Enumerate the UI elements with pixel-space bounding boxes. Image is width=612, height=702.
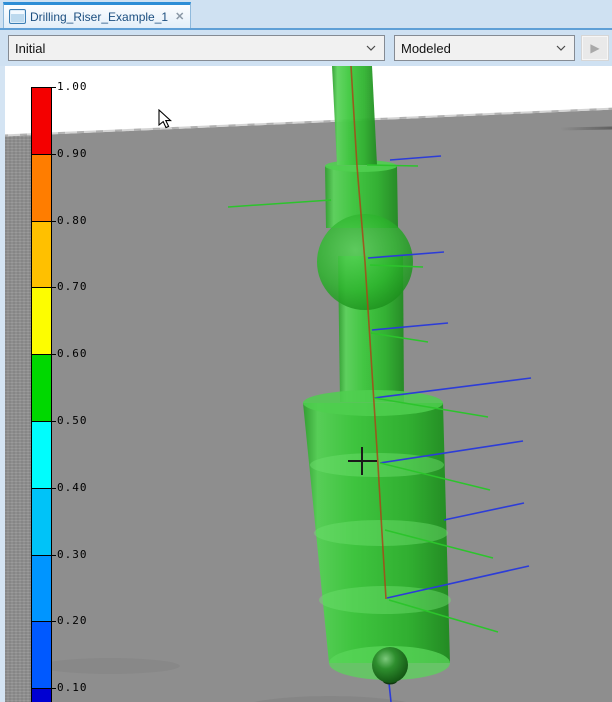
colorbar-segment [32,689,51,702]
colorbar-segment [32,288,51,355]
colorbar-segment [32,355,51,422]
mouse-cursor [158,109,172,130]
toolbar: Initial Modeled ▶ [0,30,612,66]
model-document-icon [9,9,26,24]
tab-bar: Drilling_Riser_Example_1 ✕ [0,0,612,30]
colorbar-segment [32,622,51,689]
state-dropdown[interactable]: Initial [8,35,385,61]
tab-label: Drilling_Riser_Example_1 [30,10,168,24]
view-mode-dropdown[interactable]: Modeled [394,35,575,61]
chevron-down-icon [556,45,566,51]
colorbar-segment [32,556,51,623]
colorbar-segment [32,88,51,155]
colorbar[interactable] [31,87,52,702]
application-window: Drilling_Riser_Example_1 ✕ Initial Model… [0,0,612,702]
close-icon[interactable]: ✕ [175,10,184,23]
buoyancy-can-cylinder [303,390,451,680]
colorbar-segment [32,489,51,556]
view-mode-dropdown-value: Modeled [401,41,451,56]
riser-model[interactable] [0,66,612,702]
colorbar-segment [32,155,51,222]
play-icon: ▶ [590,41,599,55]
play-simulation-button[interactable]: ▶ [581,35,609,61]
colorbar-segment [32,422,51,489]
chevron-down-icon [366,45,376,51]
3d-viewport[interactable]: 1.000.900.800.700.600.500.400.300.200.10 [0,66,612,702]
tab-drilling-riser-example[interactable]: Drilling_Riser_Example_1 ✕ [3,2,191,28]
colorbar-segment [32,222,51,289]
state-dropdown-value: Initial [15,41,45,56]
